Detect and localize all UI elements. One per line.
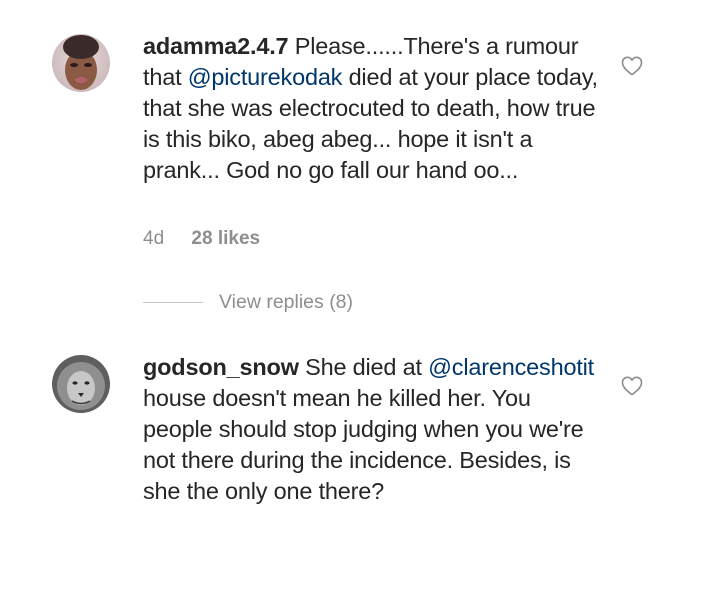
replies-divider bbox=[143, 301, 203, 303]
avatar-lion-photo bbox=[52, 355, 110, 413]
comment-text-plain: house doesn't mean he killed her. You pe… bbox=[143, 385, 584, 504]
heart-outline-icon[interactable] bbox=[621, 56, 643, 76]
avatar-woman-photo bbox=[52, 34, 110, 92]
comment-likes[interactable]: 28 likes bbox=[191, 228, 260, 249]
comment-text-plain: She died at bbox=[305, 354, 429, 380]
comment-meta: 4d 28 likes bbox=[143, 228, 260, 250]
comment-username[interactable]: adamma2.4.7 bbox=[143, 33, 289, 59]
comment-text: adamma2.4.7 Please......There's a rumour… bbox=[143, 31, 603, 186]
view-replies-label[interactable]: View replies (8) bbox=[219, 291, 353, 314]
mention-link[interactable]: @clarenceshotit bbox=[428, 354, 594, 380]
comment-text: godson_snow She died at @clarenceshotit … bbox=[143, 352, 603, 507]
avatar[interactable] bbox=[52, 355, 110, 413]
mention-link[interactable]: @picturekodak bbox=[188, 64, 343, 90]
comment-username[interactable]: godson_snow bbox=[143, 354, 299, 380]
avatar[interactable] bbox=[52, 34, 110, 92]
view-replies[interactable]: View replies (8) bbox=[143, 288, 353, 316]
heart-outline-icon[interactable] bbox=[621, 376, 643, 396]
comment-time: 4d bbox=[143, 228, 165, 249]
